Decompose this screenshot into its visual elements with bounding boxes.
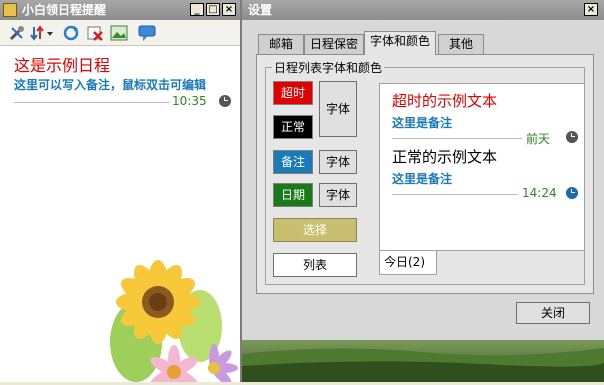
list-button[interactable]: 列表: [273, 253, 357, 277]
delete-icon[interactable]: [86, 24, 104, 42]
today-tab[interactable]: 今日(2): [379, 251, 437, 275]
message-icon[interactable]: [138, 24, 156, 42]
note-font-button[interactable]: 字体: [319, 150, 357, 174]
refresh-icon[interactable]: [62, 24, 80, 42]
window-title: 小白领日程提醒: [22, 3, 107, 17]
close-settings-button[interactable]: 关闭: [516, 302, 590, 324]
select-button[interactable]: 选择: [273, 218, 357, 242]
preview-overdue-date: 前天: [526, 132, 551, 146]
date-font-button[interactable]: 字体: [319, 183, 357, 207]
settings-tools-icon[interactable]: [8, 24, 26, 42]
clock-icon: [219, 95, 231, 107]
desktop-background: [242, 340, 604, 382]
tab-mailbox[interactable]: 邮箱: [258, 34, 304, 54]
app-icon: [3, 3, 17, 17]
image-icon[interactable]: [110, 24, 128, 42]
clock-icon: [566, 187, 578, 199]
schedule-item-note: 这里可以写入备注，鼠标双击可编辑: [14, 78, 207, 92]
schedule-item-separator: [14, 102, 170, 103]
minimize-button[interactable]: _: [190, 3, 204, 16]
tab-font-color[interactable]: 字体和颜色: [364, 31, 436, 55]
tab-panel: 日程列表字体和颜色 超时 正常 字体 备注 字体 日期 字体 选择 列表 超时的…: [256, 54, 594, 294]
tab-schedule-privacy[interactable]: 日程保密: [304, 34, 364, 54]
preview-normal-time: 14:24: [522, 186, 557, 200]
schedule-window: 小白领日程提醒 _ □ × 这是示例日程 这里可以写入备注，鼠标双击可编辑 10…: [0, 0, 240, 382]
normal-color-swatch[interactable]: 正常: [273, 115, 313, 139]
preview-normal-title: 正常的示例文本: [392, 148, 498, 166]
overdue-color-swatch[interactable]: 超时: [273, 81, 313, 105]
clock-icon: [566, 131, 578, 143]
schedule-item[interactable]: 这是示例日程 这里可以写入备注，鼠标双击可编辑 10:35: [0, 46, 240, 112]
maximize-button[interactable]: □: [206, 3, 220, 16]
tab-other[interactable]: 其他: [438, 34, 484, 54]
schedule-window-titlebar[interactable]: 小白领日程提醒 _ □ ×: [0, 0, 240, 20]
schedule-list: 这是示例日程 这里可以写入备注，鼠标双击可编辑 10:35: [0, 46, 240, 382]
preview-pane: 超时的示例文本 这里是备注 前天 正常的示例文本 这里是备注 14:24: [379, 83, 585, 251]
schedule-item-title: 这是示例日程: [14, 56, 111, 75]
note-color-swatch[interactable]: 备注: [273, 150, 313, 174]
desktop-landscape: [242, 348, 604, 382]
close-button[interactable]: ×: [222, 3, 236, 16]
settings-close-button[interactable]: ×: [584, 3, 598, 16]
sort-icon[interactable]: [30, 24, 54, 42]
font-button[interactable]: 字体: [319, 81, 357, 137]
preview-overdue-note: 这里是备注: [392, 116, 453, 130]
date-color-swatch[interactable]: 日期: [273, 183, 313, 207]
settings-window-titlebar[interactable]: 设置 ×: [242, 0, 604, 20]
settings-window-title: 设置: [248, 3, 273, 17]
preview-normal-note: 这里是备注: [392, 172, 453, 186]
sunflower-decoration: [110, 260, 238, 382]
preview-separator: [392, 138, 522, 139]
schedule-item-time: 10:35: [172, 94, 207, 108]
preview-separator: [392, 194, 518, 195]
group-title: 日程列表字体和颜色: [274, 61, 383, 75]
settings-window: 设置 × 邮箱 日程保密 字体和颜色 其他 日程列表字体和颜色 超时 正常 字体…: [242, 0, 604, 340]
preview-overdue-title: 超时的示例文本: [392, 92, 498, 110]
toolbar: [0, 20, 240, 46]
